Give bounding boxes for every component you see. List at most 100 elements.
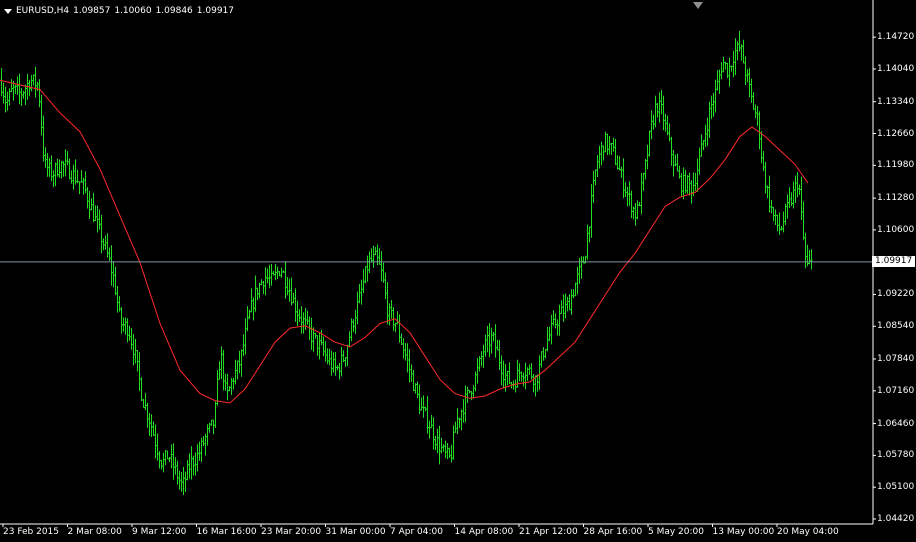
ohlc-bar <box>356 291 359 325</box>
ohlc-bar <box>438 425 441 465</box>
ohlc-bar <box>32 74 35 86</box>
ohlc-bar <box>734 38 737 76</box>
ohlc-bar <box>350 318 353 342</box>
ohlc-bar <box>364 266 367 284</box>
ohlc-bar <box>66 151 69 166</box>
ohlc-bar <box>552 310 555 326</box>
ohlc-bar <box>694 172 697 191</box>
ohlc-bar <box>670 136 673 166</box>
ohlc-bar <box>770 199 773 214</box>
ohlc-bar <box>524 362 527 390</box>
ohlc-bar <box>736 41 739 61</box>
ohlc-bar <box>426 396 429 434</box>
ohlc-bar <box>80 170 83 183</box>
ohlc-bar <box>798 184 801 195</box>
time-tick-label: 7 Apr 04:00 <box>390 527 443 537</box>
ohlc-bar <box>810 249 813 270</box>
ohlc-bar <box>144 393 147 411</box>
ohlc-bar <box>746 69 749 83</box>
ohlc-bar <box>276 266 279 279</box>
chart-menu-arrow-icon[interactable] <box>4 8 12 14</box>
ohlc-bar <box>592 170 595 203</box>
ohlc-bar <box>772 206 775 222</box>
ohlc-bar <box>432 417 435 450</box>
price-chart[interactable] <box>0 0 916 542</box>
ohlc-bar <box>148 412 151 436</box>
ohlc-bar <box>310 317 313 350</box>
ohlc-bar <box>762 151 765 172</box>
ohlc-bar <box>760 131 763 164</box>
ohlc-bar <box>738 31 741 52</box>
ohlc-bar <box>210 419 213 426</box>
ohlc-bar <box>192 455 195 476</box>
ohlc-bar <box>146 402 149 428</box>
current-price-label: 1.09917 <box>872 256 915 268</box>
ohlc-bar <box>444 440 447 459</box>
ohlc-bar <box>158 451 161 469</box>
ohlc-bar <box>388 303 391 326</box>
ohlc-bar <box>568 294 571 311</box>
ohlc-bar <box>86 186 89 209</box>
ohlc-bar <box>246 306 249 332</box>
ohlc-bar <box>686 175 689 194</box>
ohlc-bar <box>168 457 171 463</box>
ohlc-bar <box>708 101 711 138</box>
ohlc-bar <box>558 304 561 336</box>
ohlc-bar <box>204 433 207 456</box>
ohlc-bar <box>268 265 271 289</box>
ohlc-bar <box>644 158 647 180</box>
ohlc-bar <box>88 191 91 219</box>
open-price: 1.09857 <box>73 6 111 16</box>
ohlc-bar <box>448 447 451 458</box>
ohlc-bar <box>46 153 49 177</box>
ohlc-bar <box>556 319 559 336</box>
ohlc-bar <box>112 261 115 288</box>
time-tick-label: 5 May 20:00 <box>648 527 704 537</box>
ohlc-bar <box>572 289 575 299</box>
ohlc-bar <box>436 428 439 454</box>
chart-window[interactable]: EURUSD,H4 1.09857 1.10060 1.09846 1.0991… <box>0 0 916 542</box>
ohlc-bar <box>728 57 731 87</box>
ohlc-bar <box>780 225 783 231</box>
ohlc-bar <box>400 333 403 345</box>
ohlc-bar <box>372 245 375 268</box>
ohlc-bar <box>40 94 43 136</box>
ohlc-bar <box>588 226 591 243</box>
ohlc-bar <box>176 460 179 485</box>
ohlc-bar <box>328 348 331 365</box>
ohlc-bar <box>272 271 275 276</box>
symbol-timeframe: EURUSD,H4 <box>16 6 70 16</box>
ohlc-bar <box>224 373 227 391</box>
ohlc-bar <box>28 79 31 97</box>
ohlc-bar <box>396 311 399 325</box>
ohlc-bar <box>722 56 725 73</box>
ohlc-bar <box>586 224 589 260</box>
ohlc-bar <box>506 370 509 386</box>
ohlc-bar <box>716 70 719 91</box>
ohlc-bar <box>64 149 67 177</box>
ohlc-bar <box>650 110 653 140</box>
ohlc-bar <box>198 441 201 461</box>
chart-shift-marker-icon[interactable] <box>693 2 703 9</box>
ohlc-bar <box>164 450 167 466</box>
ohlc-bar <box>748 67 751 98</box>
ohlc-bar <box>250 288 253 313</box>
ohlc-bar <box>520 371 523 382</box>
ohlc-bar <box>326 348 329 365</box>
ohlc-bar <box>660 89 663 115</box>
ohlc-bar <box>134 338 137 364</box>
ohlc-bar <box>266 268 269 284</box>
ohlc-bar <box>776 214 779 232</box>
ohlc-bar <box>58 159 61 178</box>
ohlc-bar <box>76 169 79 184</box>
ohlc-bar <box>256 287 259 301</box>
ohlc-bar <box>414 383 417 394</box>
price-tick-label: 1.04420 <box>877 514 915 524</box>
ohlc-bar <box>484 334 487 357</box>
ohlc-bar <box>222 349 225 391</box>
ohlc-bar <box>358 283 361 304</box>
ohlc-bar <box>544 348 547 359</box>
ohlc-bar <box>482 344 485 369</box>
ohlc-bar <box>138 352 141 391</box>
ohlc-bar <box>264 267 267 296</box>
